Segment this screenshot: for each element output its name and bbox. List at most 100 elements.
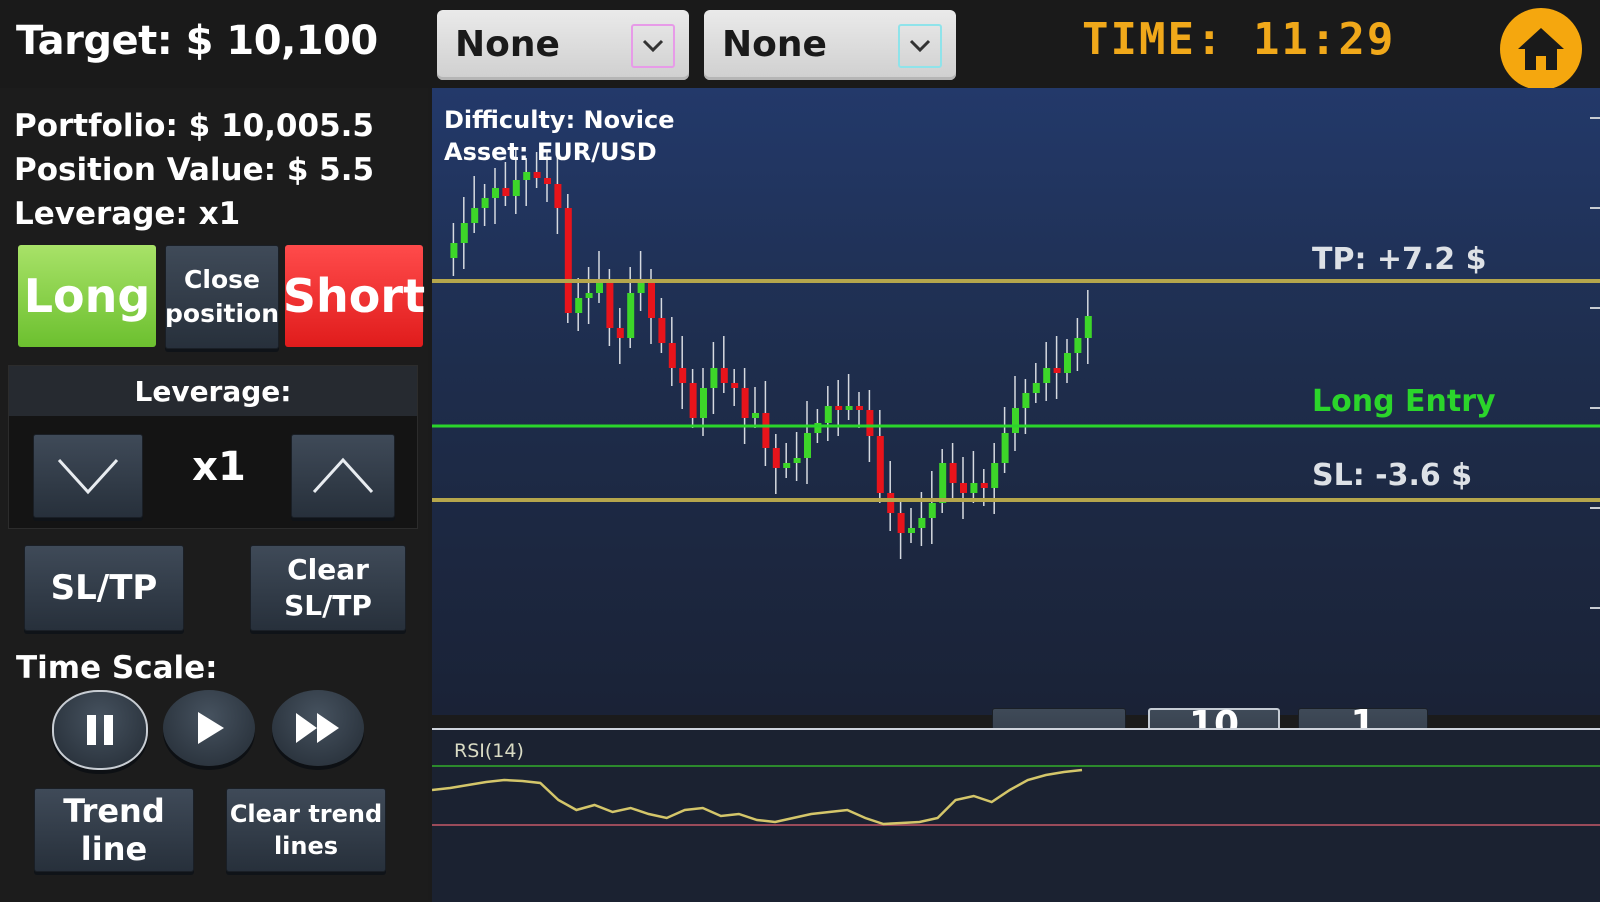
candle-body	[720, 368, 728, 383]
long-entry-label: Long Entry	[1312, 384, 1496, 419]
clear-trend-lines-button[interactable]: Clear trend lines	[226, 788, 386, 872]
play-icon	[198, 712, 224, 744]
target-label: Target: $ 10,100	[16, 18, 378, 64]
chevron-down-icon	[898, 24, 942, 68]
candle-body	[856, 406, 863, 410]
rsi-line	[432, 768, 1083, 826]
candle-body	[1064, 353, 1071, 373]
candle-body	[970, 483, 978, 493]
candle-body	[512, 180, 520, 196]
candle-body	[876, 436, 884, 493]
candle-body	[918, 518, 926, 528]
candle-body	[752, 413, 759, 418]
candle-body	[575, 298, 583, 313]
sltp-button[interactable]: SL/TP	[24, 545, 184, 631]
indicator-dropdown-2[interactable]: None	[704, 10, 956, 80]
chevron-down-icon	[631, 24, 675, 68]
candle-body	[523, 172, 531, 180]
candle-body	[544, 178, 551, 184]
candle-body	[616, 328, 624, 338]
price-chart[interactable]: Difficulty: Novice Asset: EUR/USD TP: +7…	[432, 88, 1600, 786]
candle-body	[835, 406, 843, 410]
indicator-dropdown-1[interactable]: None	[437, 10, 689, 80]
candle-body	[585, 293, 593, 298]
time-display: TIME: 11:29	[1082, 14, 1396, 65]
candle-body	[554, 184, 562, 208]
candle-body	[1032, 383, 1040, 393]
asset-label: Asset: EUR/USD	[444, 138, 657, 166]
candle-body	[866, 410, 874, 436]
candle-body	[606, 283, 614, 328]
candle-body	[1012, 408, 1019, 433]
candle-body	[845, 406, 853, 410]
candle-body	[502, 188, 510, 196]
close-position-label-1: Close	[184, 265, 260, 294]
candle-body	[887, 493, 895, 513]
candle-body	[1001, 433, 1009, 463]
trend-line-button[interactable]: Trend line	[34, 788, 194, 872]
leverage-info: Leverage: x1	[14, 196, 241, 232]
candle-body	[679, 368, 687, 383]
difficulty-label: Difficulty: Novice	[444, 106, 675, 134]
position-value: Position Value: $ 5.5	[14, 152, 375, 188]
candle-body	[450, 243, 458, 258]
candle-body	[928, 503, 936, 518]
short-button[interactable]: Short	[283, 245, 425, 347]
candle-body	[772, 448, 780, 468]
close-position-button[interactable]: Close position	[165, 245, 279, 349]
pause-icon	[87, 715, 113, 745]
candle-body	[908, 528, 915, 533]
dropdown-2-value: None	[722, 24, 827, 65]
candle-body	[783, 463, 791, 468]
time-scale-label: Time Scale:	[16, 650, 218, 686]
rsi-label: RSI(14)	[454, 740, 524, 762]
home-icon	[1518, 28, 1564, 70]
candle-body	[668, 343, 676, 368]
candle-body	[949, 463, 957, 483]
y-axis-ticks	[1590, 117, 1600, 609]
candle-body	[793, 458, 801, 463]
candle-body	[658, 318, 666, 343]
leverage-down-button[interactable]	[33, 434, 143, 518]
chevron-down-icon	[57, 458, 119, 495]
leverage-up-button[interactable]	[291, 434, 395, 518]
leverage-title: Leverage:	[9, 366, 417, 416]
candle-body	[700, 388, 707, 418]
candle-body	[1043, 368, 1051, 383]
candle-body	[1022, 393, 1030, 408]
candle-body	[710, 368, 718, 388]
long-button[interactable]: Long	[18, 245, 156, 347]
candle-body	[689, 383, 697, 418]
close-position-label-2: position	[165, 299, 280, 328]
rsi-panel: RSI(14)	[432, 728, 1600, 902]
leverage-panel: Leverage: x1	[8, 365, 418, 529]
candle-body	[980, 483, 988, 488]
pause-button[interactable]	[52, 690, 148, 770]
candle-body	[471, 208, 479, 223]
home-button[interactable]	[1500, 8, 1582, 90]
candle-body	[596, 283, 603, 293]
candle-body	[492, 188, 499, 198]
candle-body	[804, 433, 811, 458]
clear-trend-label-2: lines	[273, 832, 339, 860]
candle-body	[741, 388, 749, 418]
candle-body	[731, 383, 739, 388]
candle-body	[824, 406, 832, 423]
chevron-up-icon	[312, 457, 374, 494]
candle-body	[1074, 338, 1082, 353]
leverage-value: x1	[192, 444, 246, 490]
candle-body	[762, 413, 770, 448]
clear-sltp-button[interactable]: Clear SL/TP	[250, 545, 406, 631]
candle-body	[481, 198, 489, 208]
candle-body	[897, 513, 905, 533]
clear-sltp-label-2: SL/TP	[284, 589, 372, 622]
fast-forward-button[interactable]	[272, 690, 364, 766]
candle-body	[533, 172, 541, 178]
fast-forward-icon	[296, 713, 339, 743]
candles-group	[450, 148, 1092, 559]
candle-body	[991, 463, 999, 488]
candle-body	[627, 293, 635, 338]
candle-body	[1053, 368, 1061, 373]
play-button[interactable]	[163, 690, 255, 766]
clear-trend-label-1: Clear trend	[229, 800, 383, 828]
